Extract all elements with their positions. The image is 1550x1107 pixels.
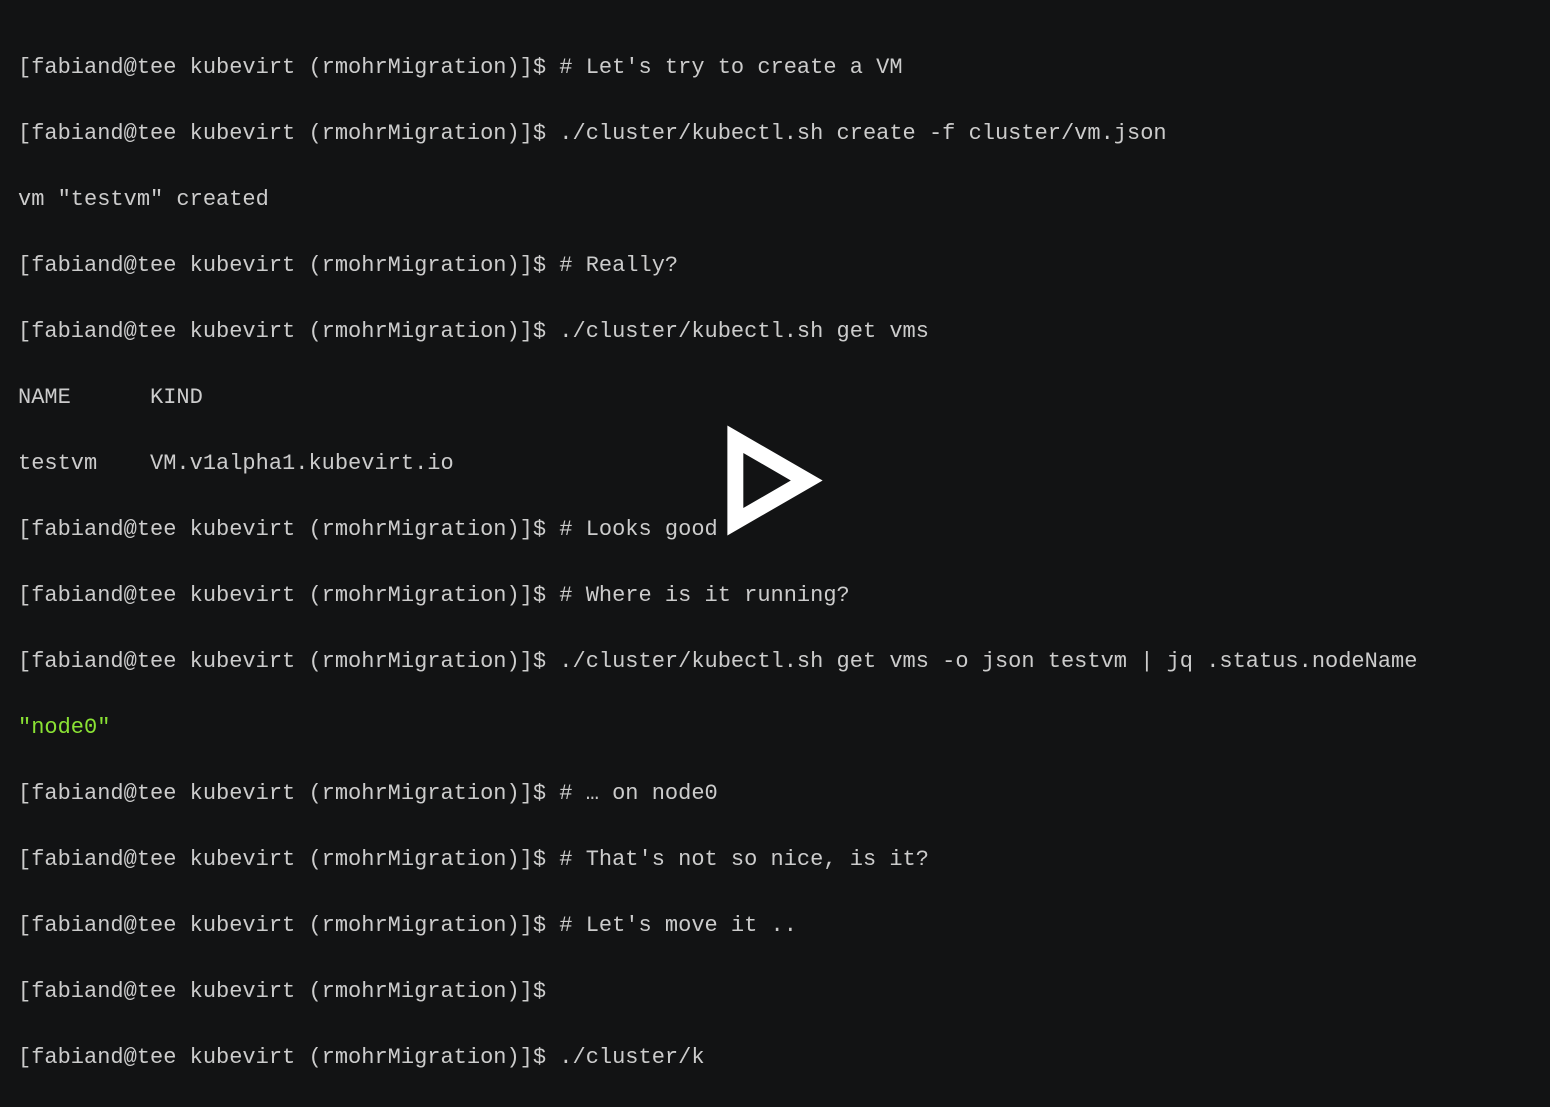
- terminal-line: [fabiand@tee kubevirt (rmohrMigration)]$…: [18, 645, 1532, 678]
- command-text: ./cluster/k: [559, 1045, 704, 1070]
- terminal-line: [fabiand@tee kubevirt (rmohrMigration)]$…: [18, 909, 1532, 942]
- command-text: # Let's move it ..: [559, 913, 797, 938]
- command-text: # Let's try to create a VM: [559, 55, 902, 80]
- terminal-line: vm "testvm" created: [18, 183, 1532, 216]
- terminal-line: [fabiand@tee kubevirt (rmohrMigration)]$…: [18, 843, 1532, 876]
- shell-prompt: [fabiand@tee kubevirt (rmohrMigration)]$: [18, 781, 559, 806]
- shell-prompt: [fabiand@tee kubevirt (rmohrMigration)]$: [18, 979, 559, 1004]
- shell-prompt: [fabiand@tee kubevirt (rmohrMigration)]$: [18, 847, 559, 872]
- play-icon: [720, 425, 830, 535]
- terminal-line: [fabiand@tee kubevirt (rmohrMigration)]$…: [18, 1041, 1532, 1074]
- shell-prompt: [fabiand@tee kubevirt (rmohrMigration)]$: [18, 253, 559, 278]
- command-text: # Looks good: [559, 517, 717, 542]
- terminal-line: [fabiand@tee kubevirt (rmohrMigration)]$…: [18, 51, 1532, 84]
- shell-prompt: [fabiand@tee kubevirt (rmohrMigration)]$: [18, 1045, 559, 1070]
- shell-prompt: [fabiand@tee kubevirt (rmohrMigration)]$: [18, 649, 559, 674]
- shell-prompt: [fabiand@tee kubevirt (rmohrMigration)]$: [18, 517, 559, 542]
- terminal-line: NAME KIND: [18, 381, 1532, 414]
- terminal-line: [fabiand@tee kubevirt (rmohrMigration)]$…: [18, 777, 1532, 810]
- terminal-line: [fabiand@tee kubevirt (rmohrMigration)]$: [18, 975, 1532, 1008]
- command-text: # … on node0: [559, 781, 717, 806]
- terminal-line: [fabiand@tee kubevirt (rmohrMigration)]$…: [18, 579, 1532, 612]
- command-text: ./cluster/kubectl.sh create -f cluster/v…: [559, 121, 1166, 146]
- terminal-line: "node0": [18, 711, 1532, 744]
- shell-prompt: [fabiand@tee kubevirt (rmohrMigration)]$: [18, 913, 559, 938]
- command-text: # Really?: [559, 253, 678, 278]
- command-text: ./cluster/kubectl.sh get vms -o json tes…: [559, 649, 1417, 674]
- play-button[interactable]: [720, 425, 830, 546]
- command-text: # Where is it running?: [559, 583, 849, 608]
- terminal-line: [fabiand@tee kubevirt (rmohrMigration)]$…: [18, 249, 1532, 282]
- command-text: ./cluster/kubectl.sh get vms: [559, 319, 929, 344]
- terminal-output: [fabiand@tee kubevirt (rmohrMigration)]$…: [18, 18, 1532, 1107]
- shell-prompt: [fabiand@tee kubevirt (rmohrMigration)]$: [18, 55, 559, 80]
- terminal-line: [fabiand@tee kubevirt (rmohrMigration)]$…: [18, 315, 1532, 348]
- terminal-line: [fabiand@tee kubevirt (rmohrMigration)]$…: [18, 117, 1532, 150]
- shell-prompt: [fabiand@tee kubevirt (rmohrMigration)]$: [18, 583, 559, 608]
- shell-prompt: [fabiand@tee kubevirt (rmohrMigration)]$: [18, 319, 559, 344]
- shell-prompt: [fabiand@tee kubevirt (rmohrMigration)]$: [18, 121, 559, 146]
- command-text: # That's not so nice, is it?: [559, 847, 929, 872]
